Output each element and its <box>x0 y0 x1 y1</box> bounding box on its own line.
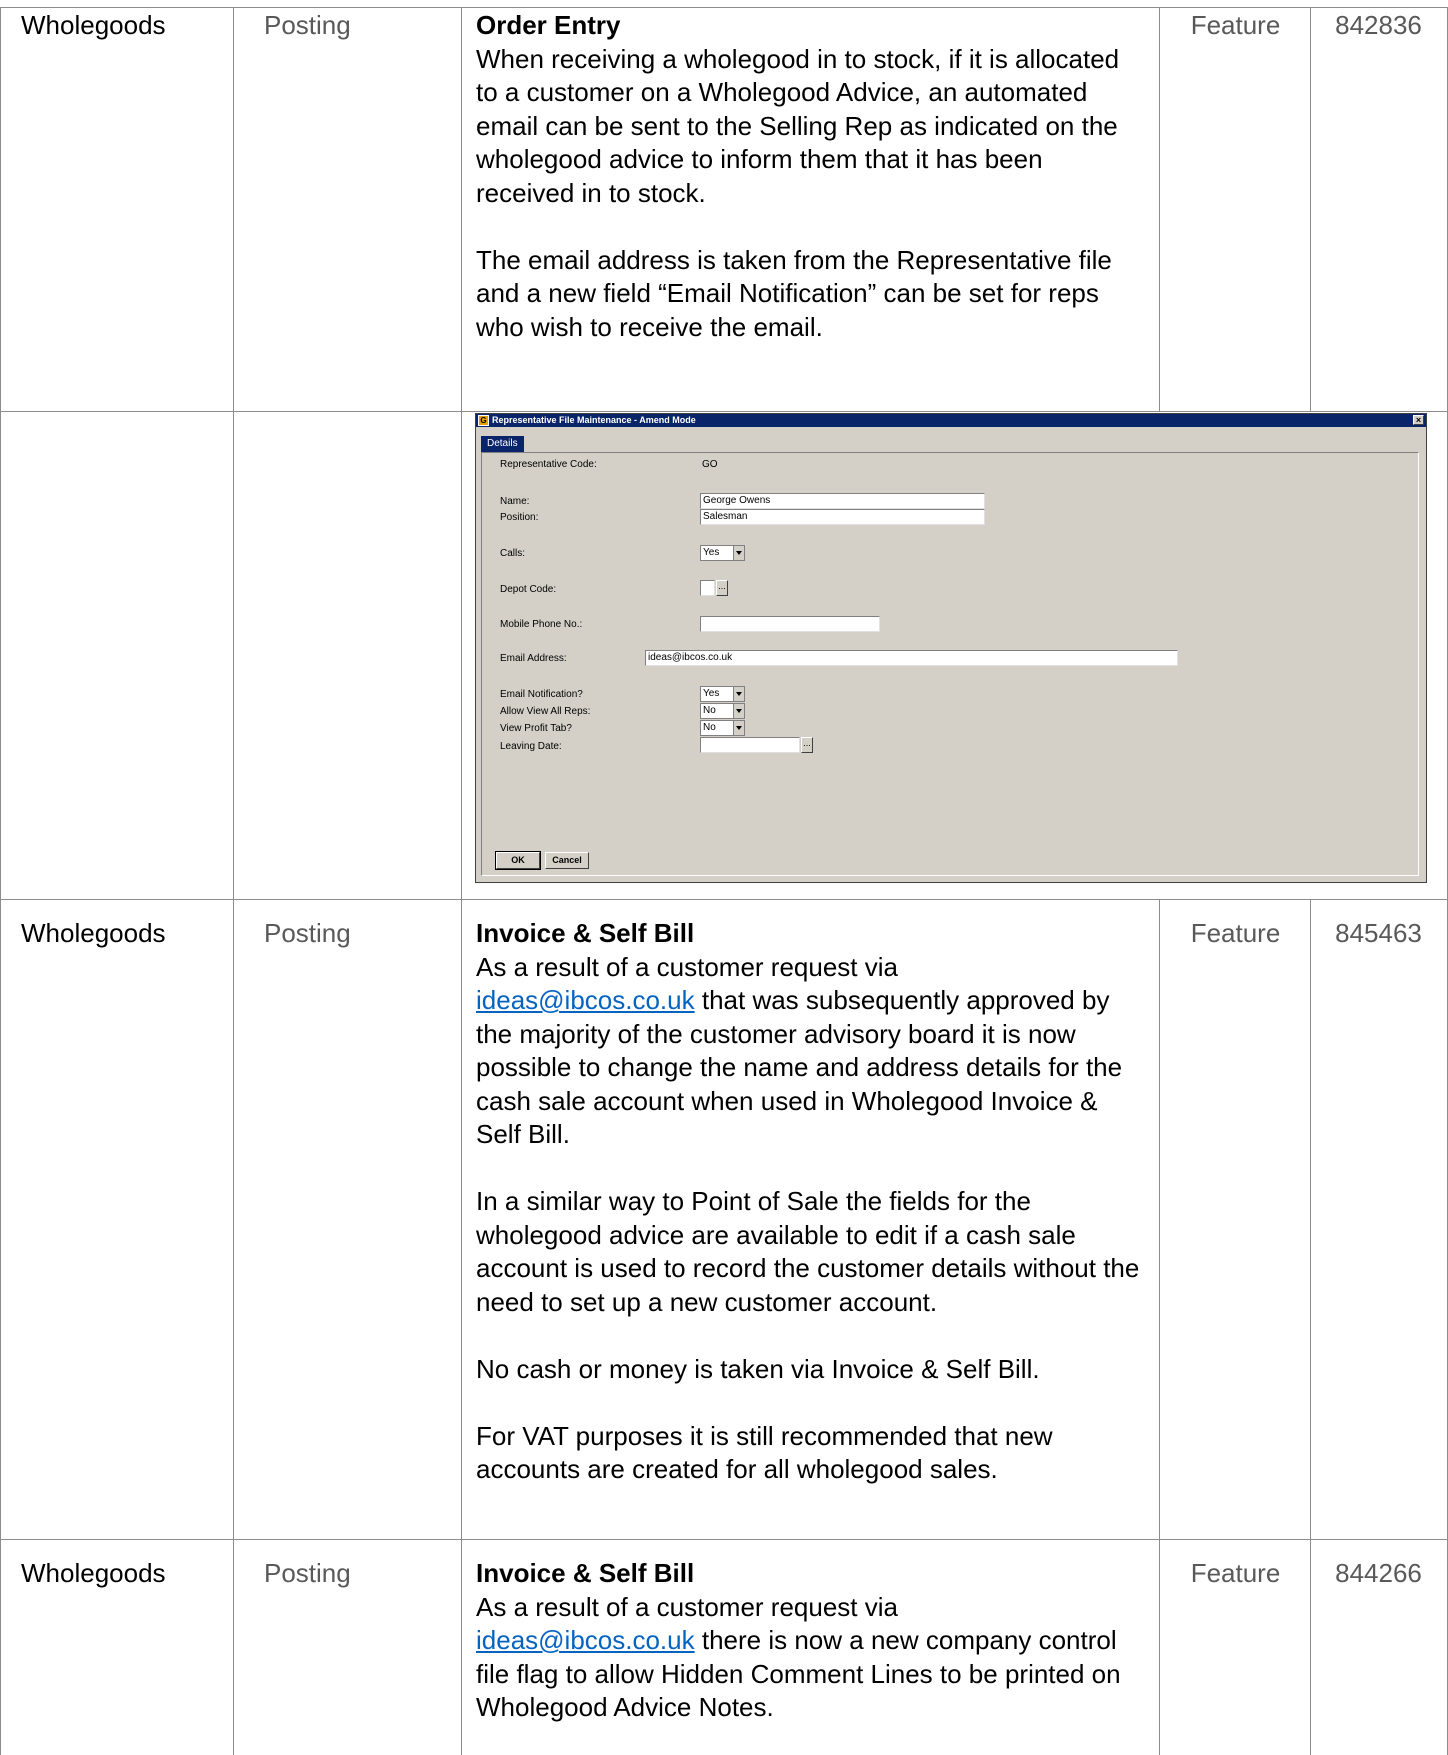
depot-label: Depot Code: <box>500 584 557 595</box>
description-cell: Invoice & Self Bill As a result of a cus… <box>476 1557 1148 1725</box>
row-divider <box>0 1539 1448 1540</box>
reference-cell: 844266 <box>1335 1558 1422 1588</box>
description-paragraph: The email address is taken from the Repr… <box>476 244 1112 342</box>
reference-cell: 842836 <box>1335 10 1422 40</box>
row-divider <box>0 411 1448 412</box>
description-cell: Order Entry When receiving a wholegood i… <box>476 9 1146 344</box>
email-notification-label: Email Notification? <box>500 689 583 700</box>
ideas-email-link[interactable]: ideas@ibcos.co.uk <box>476 1625 695 1655</box>
calendar-lookup-button[interactable]: ... <box>801 737 813 753</box>
name-field[interactable]: George Owens <box>700 493 985 509</box>
close-icon[interactable]: × <box>1413 415 1424 425</box>
area-cell: Posting <box>264 918 351 948</box>
tab-details[interactable]: Details <box>481 436 524 452</box>
description-paragraph: As a result of a customer request via ide… <box>476 951 1148 1152</box>
representative-dialog: G Representative File Maintenance - Amen… <box>475 413 1427 883</box>
row-heading: Order Entry <box>476 10 621 40</box>
row-heading: Invoice & Self Bill <box>476 1558 695 1588</box>
email-field[interactable]: ideas@ibcos.co.uk <box>645 650 1178 666</box>
view-all-reps-label: Allow View All Reps: <box>500 706 591 717</box>
app-icon: G <box>478 415 489 426</box>
module-cell: Wholegoods <box>21 918 166 948</box>
row-divider <box>0 899 1448 900</box>
dialog-title-bar: G Representative File Maintenance - Amen… <box>476 414 1426 427</box>
view-all-reps-select[interactable]: No <box>700 703 745 719</box>
chevron-down-icon[interactable] <box>733 687 744 701</box>
depot-field[interactable] <box>700 580 715 596</box>
description-paragraph: No cash or money is taken via Invoice & … <box>476 1353 1040 1384</box>
column-divider <box>461 7 462 1755</box>
chevron-down-icon[interactable] <box>733 546 744 560</box>
module-cell: Wholegoods <box>21 1558 166 1588</box>
column-divider <box>1310 900 1311 1755</box>
email-label: Email Address: <box>500 653 567 664</box>
description-cell: Invoice & Self Bill As a result of a cus… <box>476 917 1148 1487</box>
rep-code-value: GO <box>702 459 718 470</box>
intro-text: As a result of a customer request via <box>476 1591 898 1622</box>
column-divider <box>1310 7 1311 412</box>
chevron-down-icon[interactable] <box>733 704 744 718</box>
leaving-date-label: Leaving Date: <box>500 741 562 752</box>
calls-label: Calls: <box>500 548 526 559</box>
area-cell: Posting <box>264 1558 351 1588</box>
row-heading: Invoice & Self Bill <box>476 918 695 948</box>
view-all-reps-value: No <box>703 705 716 716</box>
column-divider <box>1159 900 1160 1755</box>
rep-code-label: Representative Code: <box>500 459 597 470</box>
area-cell: Posting <box>264 10 351 40</box>
email-notification-value: Yes <box>703 688 720 699</box>
description-paragraph: In a similar way to Point of Sale the fi… <box>476 1186 1140 1317</box>
depot-lookup-button[interactable]: ... <box>716 580 728 596</box>
intro-text: As a result of a customer request via <box>476 951 898 982</box>
ok-button[interactable]: OK <box>495 851 541 870</box>
email-notification-select[interactable]: Yes <box>700 686 745 702</box>
module-cell: Wholegoods <box>21 10 166 40</box>
view-profit-select[interactable]: No <box>700 720 745 736</box>
details-panel: Representative Code: GO Name: George Owe… <box>481 452 1419 876</box>
ideas-email-link[interactable]: ideas@ibcos.co.uk <box>476 985 695 1015</box>
reference-cell: 845463 <box>1335 918 1422 948</box>
description-paragraph: For VAT purposes it is still recommended… <box>476 1420 1053 1485</box>
view-profit-value: No <box>703 722 716 733</box>
description-paragraph: When receiving a wholegood in to stock, … <box>476 43 1120 208</box>
calls-value: Yes <box>703 547 720 558</box>
view-profit-label: View Profit Tab? <box>500 723 572 734</box>
mobile-label: Mobile Phone No.: <box>500 619 583 630</box>
leaving-date-field[interactable] <box>700 737 800 753</box>
type-cell: Feature <box>1190 918 1281 948</box>
position-field[interactable]: Salesman <box>700 509 985 525</box>
dialog-title: Representative File Maintenance - Amend … <box>492 415 696 425</box>
chevron-down-icon[interactable] <box>733 721 744 735</box>
table-border-left <box>0 7 1 1755</box>
table-border-top <box>0 7 1448 8</box>
column-divider <box>1159 7 1160 412</box>
name-label: Name: <box>500 496 530 507</box>
type-cell: Feature <box>1190 1558 1281 1588</box>
type-cell: Feature <box>1190 10 1281 40</box>
calls-select[interactable]: Yes <box>700 545 745 561</box>
cancel-button[interactable]: Cancel <box>545 852 589 869</box>
position-label: Position: <box>500 512 539 523</box>
column-divider <box>233 7 234 1755</box>
mobile-field[interactable] <box>700 616 880 632</box>
description-paragraph: As a result of a customer request via ide… <box>476 1591 1148 1725</box>
